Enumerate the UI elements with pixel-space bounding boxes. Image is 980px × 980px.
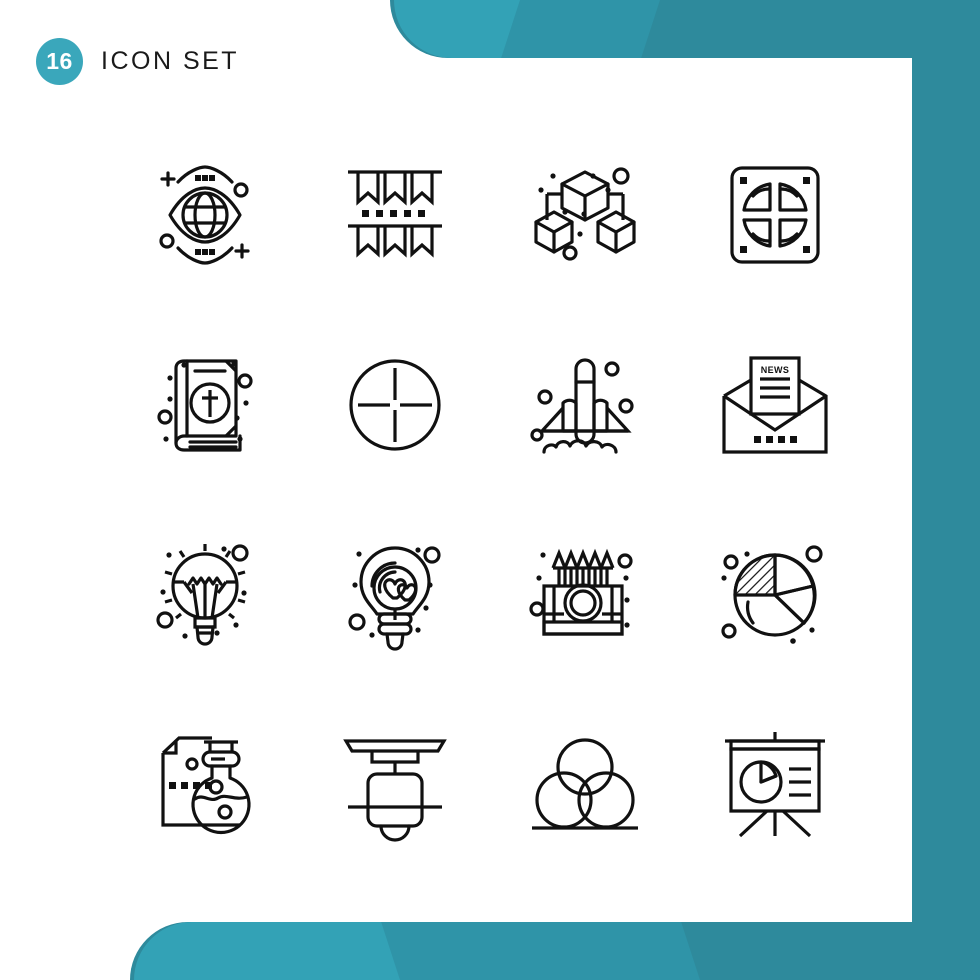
icon-cell-11[interactable] [490, 500, 680, 690]
icon-cell-10[interactable] [300, 500, 490, 690]
color-pencils-box-icon [520, 530, 650, 660]
crosshair-target-icon [330, 340, 460, 470]
icon-cell-4[interactable] [680, 120, 870, 310]
light-bulb-idea-icon [140, 530, 270, 660]
icon-cell-5[interactable] [110, 310, 300, 500]
page-title: Icon Set [101, 47, 240, 75]
party-bunting-flags-icon [330, 150, 460, 280]
rocket-launch-icon [520, 340, 650, 470]
icon-cell-12[interactable] [680, 500, 870, 690]
page-header: 16 Icon Set [36, 38, 239, 85]
icon-cell-6[interactable] [300, 310, 490, 500]
icon-cell-2[interactable] [300, 120, 490, 310]
color-circles-venn-icon [520, 720, 650, 850]
decorative-bottom-band-mid [381, 922, 700, 980]
decorative-bottom-band-light [134, 922, 414, 980]
vent-grill-panel-icon [710, 150, 840, 280]
holy-bible-book-icon [140, 340, 270, 470]
icon-cell-3[interactable] [490, 120, 680, 310]
icon-set-page: 16 Icon Set [0, 0, 980, 980]
decorative-top-band-mid [501, 0, 660, 58]
icon-count-badge: 16 [36, 38, 83, 85]
lab-flask-document-icon [140, 720, 270, 850]
news-envelope-icon: NEWS [710, 340, 840, 470]
presentation-board-icon [710, 720, 840, 850]
icon-cell-7[interactable] [490, 310, 680, 500]
blockchain-cubes-icon [520, 150, 650, 280]
icon-cell-16[interactable] [680, 690, 870, 880]
icon-grid: NEWS [110, 120, 870, 880]
decorative-right-edge-band [912, 0, 980, 980]
icon-cell-14[interactable] [300, 690, 490, 880]
global-vision-eye-icon [140, 150, 270, 280]
love-idea-bulb-icon [330, 530, 460, 660]
icon-cell-1[interactable] [110, 120, 300, 310]
icon-cell-15[interactable] [490, 690, 680, 880]
ceiling-projector-icon [330, 720, 460, 850]
pie-chart-icon [710, 530, 840, 644]
icon-cell-13[interactable] [110, 690, 300, 880]
news-label: NEWS [761, 365, 790, 375]
icon-cell-8[interactable]: NEWS [680, 310, 870, 500]
icon-cell-9[interactable] [110, 500, 300, 690]
